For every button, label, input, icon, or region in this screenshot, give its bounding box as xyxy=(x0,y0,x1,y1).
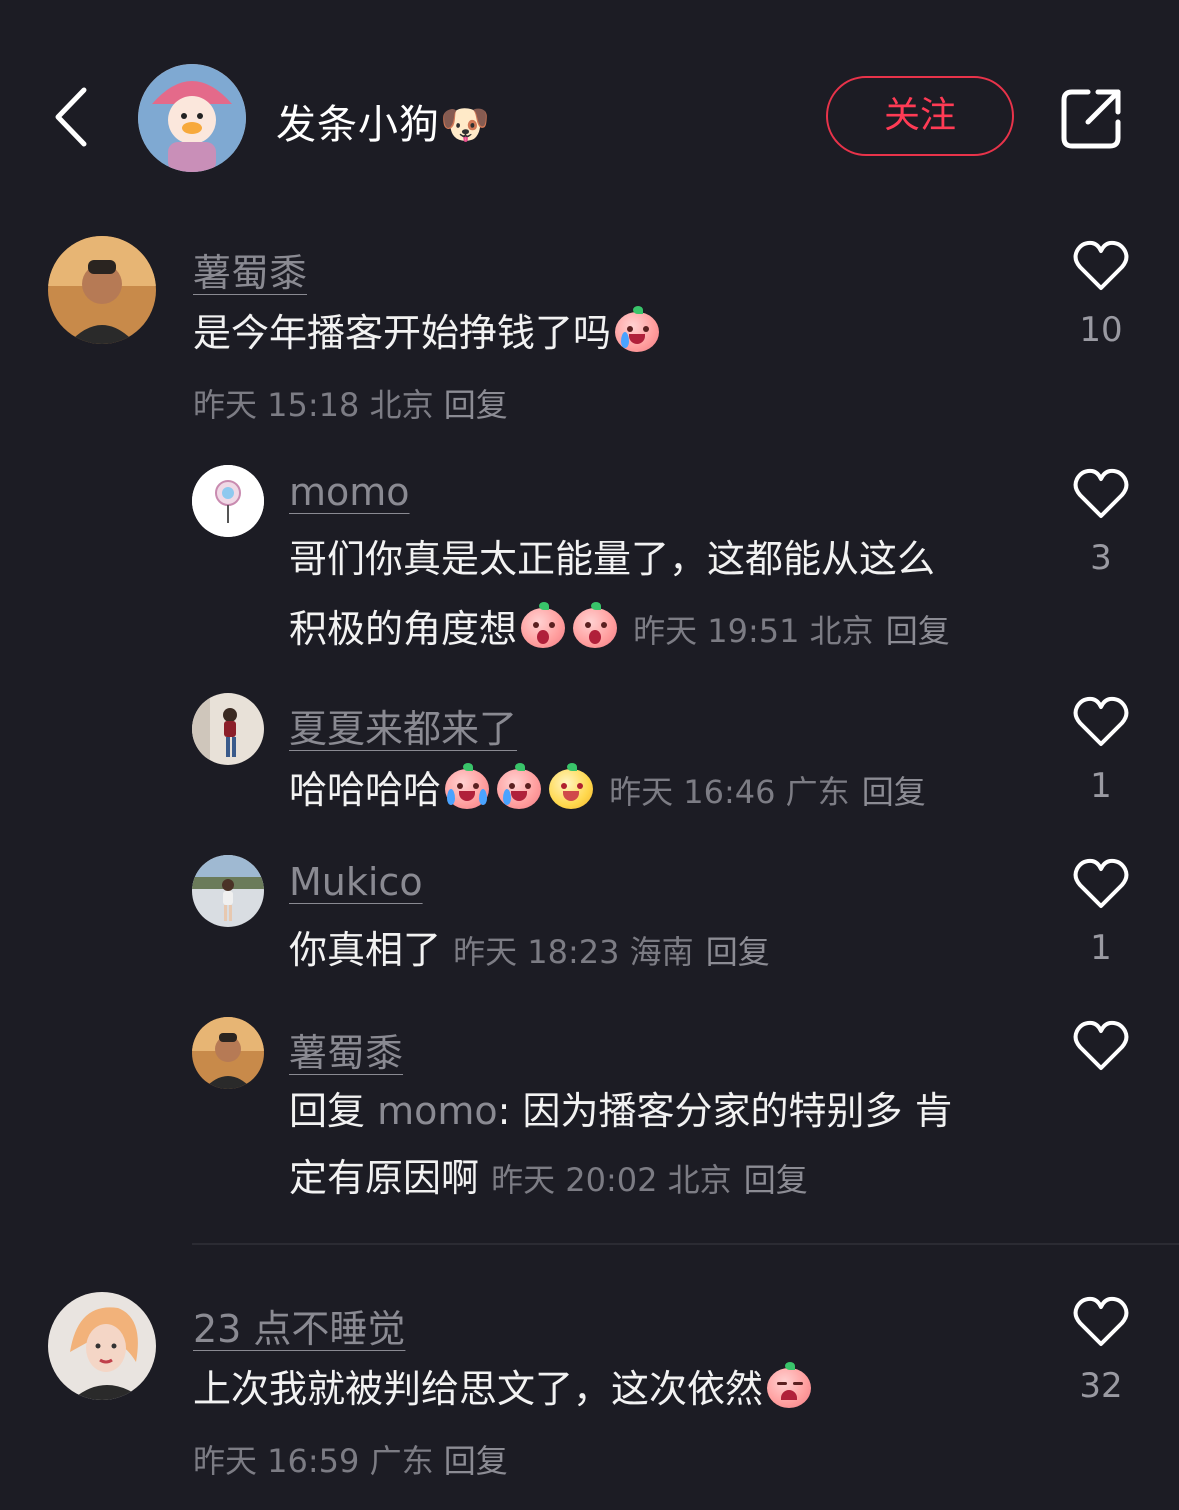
commenter-avatar[interactable] xyxy=(48,1292,156,1400)
author-avatar[interactable] xyxy=(138,64,246,172)
reply-avatar[interactable] xyxy=(192,1017,264,1089)
dizzy-emoji-icon xyxy=(545,763,597,813)
shocked-emoji-icon xyxy=(517,602,569,652)
reply-avatar[interactable] xyxy=(192,465,264,537)
like-count: 10 xyxy=(1079,310,1123,350)
duck-avatar-image xyxy=(138,64,246,172)
avatar-image xyxy=(192,855,264,927)
reply-body: 定有原因啊 xyxy=(289,1156,480,1200)
author-name[interactable]: 发条小狗🐶 xyxy=(276,92,491,150)
reply-text-line1: 哥们你真是太正能量了，这都能从这么 xyxy=(289,537,936,581)
like-count: 1 xyxy=(1090,928,1112,968)
shocked-emoji-icon xyxy=(569,602,621,652)
like-button[interactable] xyxy=(1071,1020,1131,1072)
avatar-image xyxy=(192,693,264,765)
reply-time: 昨天 19:51 北京 xyxy=(633,612,874,650)
commenter-username[interactable]: 23 点不睡觉 xyxy=(193,1298,405,1353)
heart-icon xyxy=(1073,696,1129,746)
reply-body: 哈哈哈哈 xyxy=(289,768,442,812)
comment-meta: 昨天 15:18 北京 回复 xyxy=(193,380,508,426)
back-button[interactable] xyxy=(46,82,102,152)
like-count: 32 xyxy=(1079,1366,1123,1406)
reply-username[interactable]: momo xyxy=(289,470,410,514)
comment-body: 上次我就被判给思文了，这次依然 xyxy=(193,1367,764,1411)
reply-button[interactable]: 回复 xyxy=(444,386,508,424)
commenter-avatar[interactable] xyxy=(48,236,156,344)
heart-icon xyxy=(1073,1296,1129,1346)
heart-icon xyxy=(1073,240,1129,290)
heart-icon xyxy=(1073,858,1129,908)
reply-button[interactable]: 回复 xyxy=(862,773,926,811)
header-bar: 发条小狗🐶 关注 xyxy=(0,0,1179,200)
comment-time: 昨天 15:18 北京 xyxy=(193,386,434,424)
like-button[interactable] xyxy=(1071,468,1131,520)
reply-time: 昨天 18:23 海南 xyxy=(453,933,694,971)
like-count: 3 xyxy=(1090,538,1112,578)
reply-avatar[interactable] xyxy=(192,693,264,765)
follow-button[interactable]: 关注 xyxy=(826,76,1014,156)
reply-time: 昨天 16:46 广东 xyxy=(609,773,850,811)
heart-icon xyxy=(1073,468,1129,518)
reply-prefix: 回复 xyxy=(289,1089,366,1133)
reply-button[interactable]: 回复 xyxy=(706,933,770,971)
heart-icon xyxy=(1073,1020,1129,1070)
reply-text: 你真相了 昨天 18:23 海南 回复 xyxy=(289,928,770,974)
comment-text: 是今年播客开始挣钱了吗 xyxy=(193,306,663,356)
comments-page: 发条小狗🐶 关注 薯蜀黍 是今年播客开始挣钱了吗 昨天 15:18 北京 回复 xyxy=(0,0,1179,1510)
lollipop-icon xyxy=(192,465,264,537)
reply-button[interactable]: 回复 xyxy=(744,1161,808,1199)
reply-username[interactable]: 夏夏来都来了 xyxy=(289,698,517,753)
avatar-image xyxy=(192,1017,264,1089)
reply-text-line1: 回复 momo: 因为播客分家的特别多 肯 xyxy=(289,1089,953,1133)
reply-text-line2: 积极的角度想 昨天 19:51 北京 回复 xyxy=(289,602,950,653)
reply-body: 积极的角度想 xyxy=(289,607,518,651)
crying-emoji-icon xyxy=(611,306,663,356)
like-button[interactable] xyxy=(1071,858,1131,910)
like-count: 1 xyxy=(1090,766,1112,806)
reply-body: 你真相了 xyxy=(289,928,442,972)
avatar-image xyxy=(48,236,156,344)
like-button[interactable] xyxy=(1071,696,1131,748)
reply-button[interactable]: 回复 xyxy=(886,612,950,650)
comment-time: 昨天 16:59 广东 xyxy=(193,1442,434,1480)
reply-time: 昨天 20:02 北京 xyxy=(491,1161,732,1199)
grumpy-emoji-icon xyxy=(763,1362,815,1412)
reply-username[interactable]: 薯蜀黍 xyxy=(289,1022,403,1077)
reply-body: : 因为播客分家的特别多 肯 xyxy=(497,1089,953,1133)
mention-link[interactable]: momo xyxy=(377,1089,498,1133)
share-icon xyxy=(1061,89,1121,149)
thread-divider xyxy=(192,1243,1179,1245)
comment-text: 上次我就被判给思文了，这次依然 xyxy=(193,1362,815,1412)
reply-button[interactable]: 回复 xyxy=(444,1442,508,1480)
like-button[interactable] xyxy=(1071,1296,1131,1348)
crying-emoji-icon xyxy=(493,763,545,813)
laughing-crying-emoji-icon xyxy=(441,763,493,813)
reply-text: 哈哈哈哈 昨天 16:46 广东 回复 xyxy=(289,763,926,814)
comment-meta: 昨天 16:59 广东 回复 xyxy=(193,1436,508,1482)
comment-body: 是今年播客开始挣钱了吗 xyxy=(193,311,612,355)
share-button[interactable] xyxy=(1058,84,1126,152)
reply-text-line2: 定有原因啊 昨天 20:02 北京 回复 xyxy=(289,1156,808,1202)
avatar-image xyxy=(48,1292,156,1400)
commenter-username[interactable]: 薯蜀黍 xyxy=(193,242,307,297)
reply-avatar[interactable] xyxy=(192,855,264,927)
like-button[interactable] xyxy=(1071,240,1131,292)
reply-username[interactable]: Mukico xyxy=(289,860,423,904)
chevron-left-icon xyxy=(55,87,87,147)
